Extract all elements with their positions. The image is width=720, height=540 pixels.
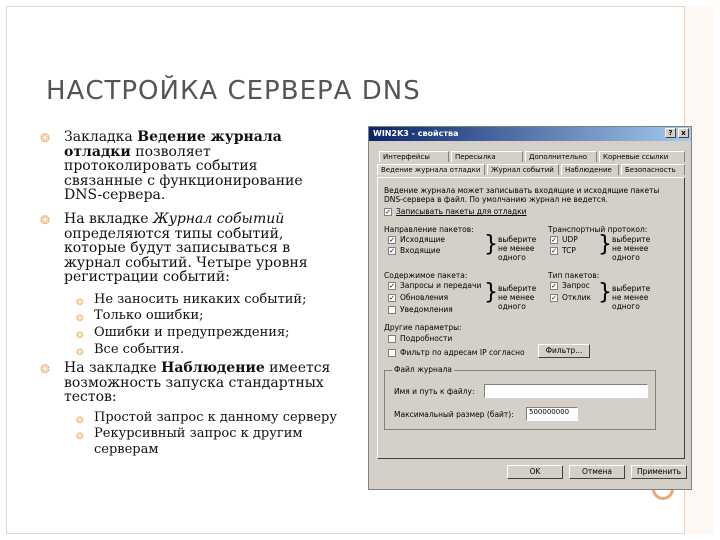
outgoing-label: Исходящие — [400, 235, 446, 244]
request-checkbox[interactable]: ✓ — [550, 282, 558, 290]
tab-event-logging[interactable]: Журнал событий — [487, 164, 559, 175]
protocol-note-3: одного — [612, 253, 640, 262]
properties-dialog: WIN2K3 - свойства ? x Интерфейсы Пересыл… — [368, 126, 692, 490]
notifications-checkbox[interactable] — [388, 306, 396, 314]
udp-checkbox[interactable]: ✓ — [550, 236, 558, 244]
max-size-label: Максимальный размер (байт): — [394, 410, 514, 419]
bullet-2: ❂ На вкладке Журнал событий определяются… — [40, 212, 334, 285]
tab-root-hints[interactable]: Корневые ссылки — [599, 151, 685, 162]
tab-interfaces[interactable]: Интерфейсы — [379, 151, 449, 162]
debug-logging-panel: Ведение журнала может записывать входящи… — [377, 177, 685, 459]
incoming-label: Входящие — [400, 246, 441, 255]
sub-bullet-marker-icon: ❂ — [76, 298, 84, 308]
sub-bullet-marker-icon: ❂ — [76, 314, 84, 324]
bullet-marker-icon: ❂ — [40, 131, 51, 145]
type-note-3: одного — [612, 302, 640, 311]
dialog-title: WIN2K3 - свойства — [373, 129, 459, 138]
slide-title: НАСТРОЙКА СЕРВЕРА DNS — [46, 76, 421, 106]
sub-bullet: ❂ Все события. — [76, 342, 344, 358]
sub-bullet-text: Только ошибки; — [94, 308, 204, 323]
sub-bullet: ❂ Простой запрос к данному серверу — [76, 410, 354, 426]
tab-forwarders[interactable]: Пересылка — [451, 151, 523, 162]
ip-filter-checkbox[interactable] — [388, 349, 396, 357]
sub-bullet: ❂ Не заносить никаких событий; — [76, 292, 344, 308]
brace-icon: } — [484, 232, 498, 257]
protocol-note-2: не менее — [612, 244, 649, 253]
file-path-input[interactable] — [484, 384, 648, 398]
tab-advanced[interactable]: Дополнительно — [525, 151, 597, 162]
details-label: Подробности — [400, 334, 453, 343]
content-note-2: не менее — [498, 293, 535, 302]
direction-note-2: не менее — [498, 244, 535, 253]
direction-label: Направление пакетов: — [384, 225, 474, 234]
log-file-groupbox — [384, 370, 656, 430]
protocol-note-1: выберите — [612, 235, 651, 244]
sub-bullet-text: Не заносить никаких событий; — [94, 292, 307, 307]
tab-monitoring[interactable]: Наблюдение — [561, 164, 619, 175]
tab-security[interactable]: Безопасность — [621, 164, 685, 175]
sub-bullet: ❂ Ошибки и предупреждения; — [76, 325, 344, 341]
apply-button[interactable]: Применить — [631, 465, 687, 479]
sub-bullet-marker-icon: ❂ — [76, 348, 84, 358]
bullet-marker-icon: ❂ — [40, 213, 51, 227]
description-line-2: DNS-сервера в файл. По умолчанию журнал … — [384, 195, 608, 204]
cancel-button[interactable]: Отмена — [569, 465, 625, 479]
content-note-3: одного — [498, 302, 526, 311]
bullet-2-post: определяются типы событий, которые будут… — [64, 225, 308, 285]
brace-icon: } — [484, 280, 498, 305]
log-packets-checkbox[interactable]: ✓ — [384, 208, 392, 216]
type-note-1: выберите — [612, 284, 651, 293]
sub-bullet-text: Рекурсивный запрос к другим серверам — [94, 426, 303, 457]
brace-icon: } — [598, 280, 612, 305]
dialog-titlebar[interactable]: WIN2K3 - свойства ? x — [369, 127, 691, 141]
bullet-marker-icon: ❂ — [40, 362, 51, 376]
details-checkbox[interactable] — [388, 335, 396, 343]
notifications-label: Уведомления — [400, 305, 453, 314]
ok-button[interactable]: OK — [507, 465, 563, 479]
sub-bullet-text: Ошибки и предупреждения; — [94, 325, 290, 340]
log-group-label: Файл журнала — [392, 365, 454, 374]
response-label: Отклик — [562, 293, 592, 302]
ip-filter-label: Фильтр по адресам IP согласно — [400, 348, 525, 357]
max-size-input[interactable]: 500000000 — [526, 407, 578, 421]
sub-bullet: ❂ Рекурсивный запрос к другим серверам — [76, 426, 354, 458]
udp-label: UDP — [562, 235, 578, 244]
content-note-1: выберите — [498, 284, 537, 293]
bullet-3: ❂ На закладке Наблюдение имеется возможн… — [40, 361, 354, 405]
other-label: Другие параметры: — [384, 323, 462, 332]
request-label: Запрос — [562, 281, 590, 290]
response-checkbox[interactable]: ✓ — [550, 294, 558, 302]
content-label: Содержимое пакета: — [384, 271, 468, 280]
help-button[interactable]: ? — [665, 128, 676, 138]
updates-checkbox[interactable]: ✓ — [388, 294, 396, 302]
updates-label: Обновления — [400, 293, 449, 302]
sub-bullet-marker-icon: ❂ — [76, 331, 84, 341]
queries-checkbox[interactable]: ✓ — [388, 282, 396, 290]
sub-bullet-text: Простой запрос к данному серверу — [94, 410, 337, 425]
sub-bullet: ❂ Только ошибки; — [76, 308, 344, 324]
description-line-1: Ведение журнала может записывать входящи… — [384, 186, 660, 195]
queries-label: Запросы и передачи — [400, 281, 482, 290]
close-button[interactable]: x — [678, 128, 689, 138]
direction-note-3: одного — [498, 253, 526, 262]
tab-debug-logging[interactable]: Ведение журнала отладки — [377, 164, 485, 175]
brace-icon: } — [598, 232, 612, 257]
direction-note-1: выберите — [498, 235, 537, 244]
tcp-label: TCP — [562, 246, 576, 255]
type-note-2: не менее — [612, 293, 649, 302]
sub-bullet-text: Все события. — [94, 342, 185, 357]
incoming-checkbox[interactable]: ✓ — [388, 247, 396, 255]
sub-bullet-marker-icon: ❂ — [76, 416, 84, 426]
outgoing-checkbox[interactable]: ✓ — [388, 236, 396, 244]
type-label: Тип пакетов: — [548, 271, 600, 280]
bullet-1: ❂ Закладка Ведение журнала отладки позво… — [40, 130, 334, 203]
filter-button[interactable]: Фильтр... — [538, 344, 590, 358]
sub-bullet-marker-icon: ❂ — [76, 432, 84, 442]
log-packets-label: Записывать пакеты для отладки — [396, 207, 527, 216]
file-path-label: Имя и путь к файлу: — [394, 387, 475, 396]
tcp-checkbox[interactable]: ✓ — [550, 247, 558, 255]
